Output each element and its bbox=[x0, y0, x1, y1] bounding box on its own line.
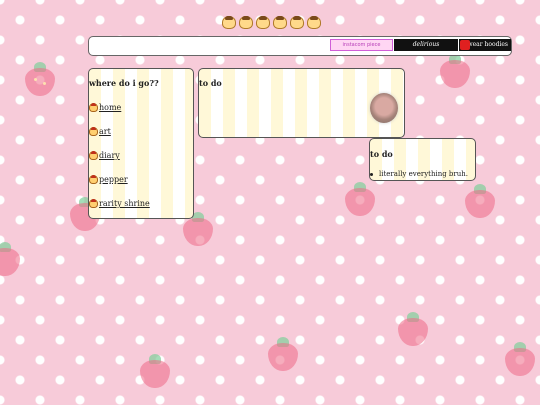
todo-panel-list-title: to do bbox=[370, 149, 393, 159]
strawberry-decoration bbox=[440, 52, 470, 88]
avatar bbox=[370, 93, 398, 123]
pudding-icon bbox=[89, 175, 98, 184]
strawberry-decoration bbox=[0, 240, 20, 276]
pudding-icon bbox=[89, 127, 98, 136]
search-badge[interactable]: instacom piece bbox=[330, 39, 393, 51]
pudding-icon bbox=[89, 103, 98, 112]
red-flag-icon bbox=[460, 40, 470, 50]
pudding-icon bbox=[89, 199, 98, 208]
nav-item-art[interactable]: art bbox=[89, 123, 111, 136]
pudding-icon bbox=[239, 16, 253, 29]
nav-link-home[interactable]: home bbox=[99, 103, 121, 112]
top-bar: instacom piece delirious I wear hoodies bbox=[88, 36, 512, 56]
nav-item-home[interactable]: home bbox=[89, 99, 121, 112]
pudding-icon bbox=[222, 16, 236, 29]
pudding-icon bbox=[290, 16, 304, 29]
delirious-badge[interactable]: delirious bbox=[394, 39, 458, 51]
pudding-icon-row bbox=[222, 16, 321, 32]
nav-panel-title: where do i go?? bbox=[89, 78, 159, 88]
pudding-icon bbox=[89, 151, 98, 160]
nav-link-art[interactable]: art bbox=[99, 127, 111, 136]
bullet-icon bbox=[370, 172, 373, 176]
strawberry-decoration bbox=[398, 310, 428, 346]
todo-panel-main: to do bbox=[198, 68, 405, 138]
todo-item-text: literally everything bruh. bbox=[379, 170, 468, 178]
nav-item-pepper[interactable]: pepper bbox=[89, 171, 128, 184]
strawberry-decoration bbox=[268, 335, 298, 371]
nav-link-pepper[interactable]: pepper bbox=[99, 175, 128, 184]
strawberry-decoration bbox=[465, 182, 495, 218]
strawberry-decoration bbox=[140, 352, 170, 388]
nav-item-rarity-shrine[interactable]: rarity shrine bbox=[89, 195, 150, 208]
strawberry-decoration bbox=[25, 60, 55, 96]
hoodies-badge[interactable]: I wear hoodies bbox=[459, 39, 511, 51]
strawberry-decoration bbox=[505, 340, 535, 376]
pudding-icon bbox=[307, 16, 321, 29]
strawberry-decoration bbox=[345, 180, 375, 216]
nav-link-rarity-shrine[interactable]: rarity shrine bbox=[99, 199, 150, 208]
pudding-icon bbox=[273, 16, 287, 29]
nav-panel: where do i go?? home art diary pepper ra… bbox=[88, 68, 194, 219]
nav-link-diary[interactable]: diary bbox=[99, 151, 120, 160]
todo-list-item: literally everything bruh. bbox=[370, 170, 468, 178]
pudding-icon bbox=[256, 16, 270, 29]
todo-panel-list: to do literally everything bruh. bbox=[369, 138, 476, 181]
nav-item-diary[interactable]: diary bbox=[89, 147, 120, 160]
todo-panel-main-title: to do bbox=[199, 78, 222, 88]
